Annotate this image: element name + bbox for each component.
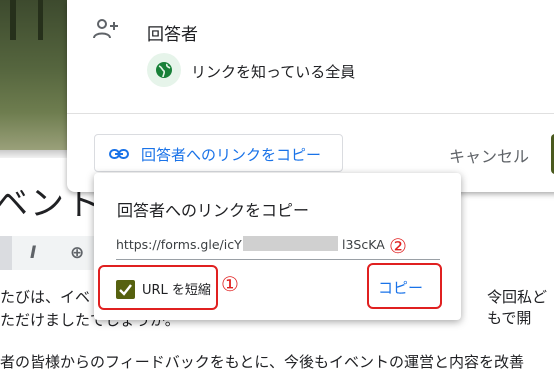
annotation-marker-1: ① xyxy=(221,272,239,296)
toolbar-button[interactable] xyxy=(0,236,12,270)
url-redaction xyxy=(243,236,338,251)
format-toolbar xyxy=(0,236,100,270)
copy-responder-link-button[interactable]: 回答者へのリンクをコピー xyxy=(94,134,343,172)
cancel-button[interactable]: キャンセル xyxy=(449,143,529,167)
italic-icon[interactable]: I xyxy=(30,243,36,263)
header-image-detail xyxy=(38,0,43,40)
annotation-box-shorten xyxy=(98,265,218,310)
send-form-dialog: 回答者 リンクを知っている全員 回答者へのリンクをコピー キャンセル xyxy=(67,0,554,192)
copy-responder-link-label: 回答者へのリンクをコピー xyxy=(141,146,322,164)
insert-link-icon[interactable]: ⊕ xyxy=(70,243,84,263)
link-scope-label[interactable]: リンクを知っている全員 xyxy=(191,61,355,82)
annotation-box-copy xyxy=(367,263,442,309)
responders-heading: 回答者 xyxy=(147,25,198,45)
header-image xyxy=(0,0,70,150)
form-url-text[interactable]: https://forms.gle/icY xyxy=(116,237,242,252)
divider xyxy=(67,113,554,114)
description-text: たびは、イベ xyxy=(0,288,91,306)
form-url-text-suffix[interactable]: l3ScKA xyxy=(342,237,385,252)
globe-icon xyxy=(156,62,172,78)
link-icon xyxy=(109,146,129,160)
url-field-underline xyxy=(116,259,440,260)
annotation-marker-2: ② xyxy=(389,234,407,258)
link-scope-badge xyxy=(147,53,181,87)
header-image-detail xyxy=(10,0,16,40)
popup-title: 回答者へのリンクをコピー xyxy=(117,201,310,220)
person-add-icon xyxy=(93,18,119,40)
description-text: 者の皆様からのフィードバックをもとに、今後もイベントの運営と内容を改善 xyxy=(0,353,524,371)
description-text: 令回私どもで開 xyxy=(487,288,548,327)
